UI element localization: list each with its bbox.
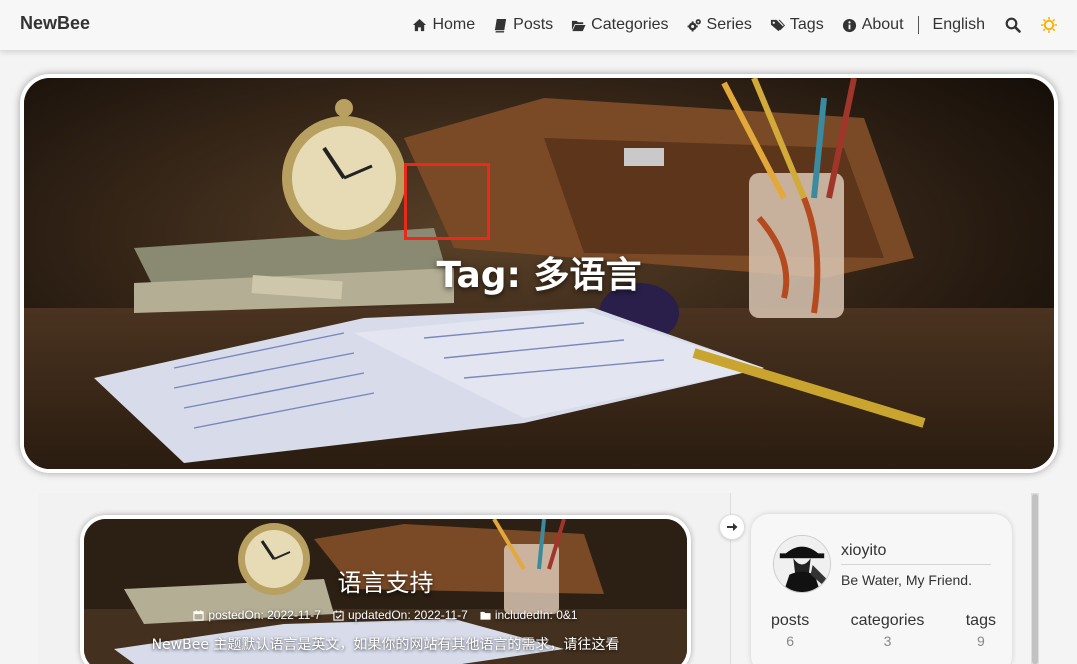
- nav-item-label: Posts: [513, 16, 554, 33]
- updated-on-text: updatedOn: 2022-11-7: [347, 608, 468, 622]
- stat-label: categories: [850, 612, 925, 629]
- profile-stats: posts 6 categories 3 tags 9: [771, 612, 996, 649]
- stat-categories[interactable]: categories 3: [851, 612, 925, 649]
- search-button[interactable]: [1005, 17, 1021, 33]
- stat-value: 6: [786, 633, 795, 649]
- calendar-check-icon: [333, 609, 344, 621]
- book-icon: [495, 18, 507, 33]
- stat-label: posts: [771, 612, 810, 629]
- nav-item-series[interactable]: Series: [687, 16, 752, 34]
- post-title[interactable]: 语言支持: [84, 563, 687, 598]
- arrow-right-icon: [727, 523, 738, 531]
- nav-item-label: Home: [432, 16, 476, 33]
- search-icon: [1005, 17, 1021, 33]
- site-brand[interactable]: NewBee: [20, 13, 90, 34]
- nav-item-categories[interactable]: Categories: [571, 16, 669, 34]
- post-excerpt: NewBee 主题默认语言是英文，如果你的网站有其他语言的需求，请往这看: [151, 637, 620, 653]
- info-circle-icon: [842, 18, 856, 32]
- stat-value: 9: [976, 633, 985, 649]
- nav-item-about[interactable]: About: [842, 16, 904, 34]
- avatar-image: [774, 536, 830, 592]
- nav-item-home[interactable]: Home: [412, 16, 475, 34]
- folder-open-icon: [572, 20, 586, 31]
- sun-icon: [1041, 17, 1057, 33]
- scrollbar-thumb[interactable]: [1032, 494, 1038, 664]
- nav-divider: [917, 16, 919, 34]
- navbar: NewBee Home Posts Categories Series Tags…: [0, 0, 1077, 50]
- nav-item-label: Categories: [591, 16, 669, 33]
- stat-posts[interactable]: posts 6: [771, 612, 809, 649]
- posted-on-text: postedOn: 2022-11-7: [208, 608, 321, 622]
- language-switcher[interactable]: English: [933, 16, 985, 34]
- theme-toggle-button[interactable]: [1041, 17, 1057, 33]
- included-in-text: includedIn: 0&1: [494, 608, 578, 622]
- sidebar-toggle-button[interactable]: [719, 514, 745, 540]
- home-icon: [413, 18, 427, 31]
- profile-bio: Be Water, My Friend.: [841, 572, 972, 588]
- hero-banner: Tag: 多语言: [20, 74, 1058, 473]
- posted-on: postedOn: 2022-11-7: [193, 608, 321, 622]
- tags-icon: [770, 19, 785, 31]
- profile-card: xioyito Be Water, My Friend. posts 6 cat…: [751, 514, 1012, 664]
- post-card[interactable]: 语言支持 postedOn: 2022-11-7 updatedOn: 2022…: [80, 515, 691, 664]
- nav-item-label: About: [861, 16, 904, 33]
- nav-menu: Home Posts Categories Series Tags About …: [394, 0, 1057, 50]
- nav-item-tags[interactable]: Tags: [770, 16, 824, 34]
- stat-tags[interactable]: tags 9: [966, 612, 996, 649]
- nav-item-label: Series: [706, 16, 752, 33]
- stat-value: 3: [883, 633, 892, 649]
- included-in[interactable]: includedIn: 0&1: [480, 608, 578, 622]
- stat-label: tags: [965, 612, 996, 629]
- calendar-icon: [193, 609, 205, 621]
- folder-icon: [480, 611, 491, 620]
- profile-divider: [841, 564, 991, 565]
- hero-title: Tag: 多语言: [436, 255, 642, 296]
- avatar[interactable]: [773, 535, 831, 593]
- nav-item-posts[interactable]: Posts: [493, 16, 553, 34]
- profile-name[interactable]: xioyito: [841, 542, 886, 560]
- highlight-box: [404, 163, 490, 240]
- cogs-icon: [687, 18, 701, 31]
- post-meta: postedOn: 2022-11-7 updatedOn: 2022-11-7…: [84, 608, 687, 622]
- updated-on: updatedOn: 2022-11-7: [333, 608, 468, 622]
- nav-item-label: Tags: [789, 16, 824, 33]
